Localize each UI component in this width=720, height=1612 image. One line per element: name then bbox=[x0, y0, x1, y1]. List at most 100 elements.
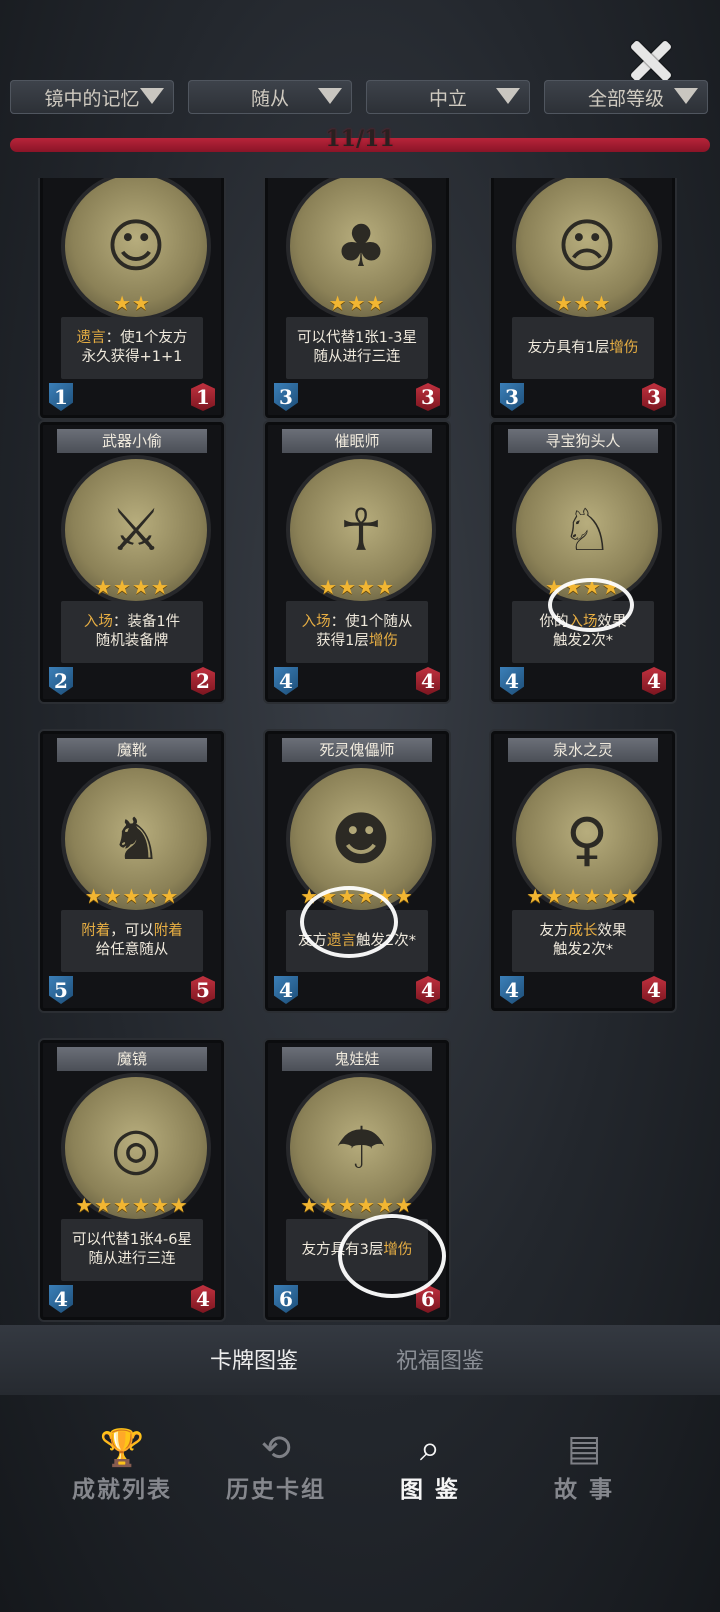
keyword: 增伤 bbox=[383, 1241, 413, 1258]
health-stat: 2 bbox=[191, 667, 215, 695]
card-grid[interactable]: ☺ ★★ 遗言：使1个友方 永久获得+1+1 1 1 ♣ ★★★ 可以代替1张1-3星 随从进行三… bbox=[0, 178, 720, 1338]
description-text: 可以代替1张1-3星 bbox=[297, 330, 417, 346]
card[interactable]: 泉水之灵 ♀ ★★★★★★ 友方成长效果 触发2次* 4 4 bbox=[491, 731, 675, 1011]
attack-stat: 4 bbox=[274, 976, 298, 1004]
description-line: 友方成长效果 bbox=[540, 922, 627, 941]
description-text: 触发2次* bbox=[356, 932, 416, 949]
description-text: 随从进行三连 bbox=[313, 349, 401, 365]
attack-stat: 1 bbox=[49, 383, 73, 411]
nav-achievements[interactable]: 🏆 成就列表 bbox=[52, 1428, 192, 1504]
health-stat: 4 bbox=[416, 667, 440, 695]
card-description: 友方遗言触发2次* bbox=[286, 910, 428, 972]
health-stat: 1 bbox=[191, 383, 215, 411]
description-text: ：使1个随从 bbox=[330, 614, 413, 630]
card-description: 你的入场效果触发2次* bbox=[512, 601, 654, 663]
description-text: ：装备1件 bbox=[112, 614, 181, 630]
filter-type-label: 随从 bbox=[250, 87, 289, 110]
keyword: 附着 bbox=[153, 923, 183, 939]
keyword: 遗言 bbox=[76, 330, 106, 346]
card-name: 魔靴 bbox=[57, 738, 207, 762]
description-text: ，可以 bbox=[110, 923, 154, 939]
description-line: 触发2次* bbox=[553, 632, 613, 651]
star-rating: ★★★ bbox=[554, 291, 612, 315]
health-stat: 4 bbox=[642, 667, 666, 695]
card[interactable]: 魔靴 ♞ ★★★★★ 附着，可以附着 给任意随从 5 5 bbox=[40, 731, 224, 1011]
card[interactable]: 催眠师 ☥ ★★★★ 入场：使1个随从 获得1层增伤 4 4 bbox=[265, 422, 449, 702]
filter-faction-label: 中立 bbox=[428, 87, 467, 110]
attack-stat: 4 bbox=[49, 1285, 73, 1313]
nav-story[interactable]: ▤ 故 事 bbox=[514, 1428, 654, 1504]
magnifier-icon: ⌕ bbox=[419, 1428, 441, 1469]
description-text: 效果 bbox=[597, 923, 627, 939]
card-name: 鬼娃娃 bbox=[282, 1047, 432, 1071]
card-name: 催眠师 bbox=[282, 429, 432, 453]
card[interactable]: 寻宝狗头人 ♘ ★★★★ 你的入场效果 触发2次* 4 4 bbox=[491, 422, 675, 702]
attack-stat: 5 bbox=[49, 976, 73, 1004]
filter-faction[interactable]: 中立 bbox=[366, 80, 530, 114]
keyword: 遗言 bbox=[327, 932, 356, 949]
attack-stat: 6 bbox=[274, 1285, 298, 1313]
filter-set-label: 镜中的记忆 bbox=[44, 87, 140, 110]
history-icon: ⟲ bbox=[260, 1428, 292, 1469]
description-text: 效果 bbox=[597, 614, 627, 630]
filter-type[interactable]: 随从 bbox=[188, 80, 352, 114]
funnel-icon bbox=[496, 88, 520, 104]
trophy-icon: 🏆 bbox=[99, 1428, 145, 1469]
description-line: 触发2次* bbox=[553, 941, 613, 960]
description-text: 触发2次* bbox=[553, 942, 613, 958]
nav-collection[interactable]: ⌕ 图 鉴 bbox=[360, 1428, 500, 1504]
description-text: 随从进行三连 bbox=[88, 1251, 176, 1267]
keyword: 增伤 bbox=[368, 633, 398, 649]
card-description: 友方成长效果 触发2次* bbox=[512, 910, 654, 972]
description-line: 随机装备牌 bbox=[96, 632, 169, 651]
description-text: 友方 bbox=[298, 932, 327, 949]
health-stat: 6 bbox=[416, 1285, 440, 1313]
filter-set[interactable]: 镜中的记忆 bbox=[10, 80, 174, 114]
description-line: 随从进行三连 bbox=[89, 1250, 176, 1269]
attack-stat: 4 bbox=[500, 976, 524, 1004]
description-text: 你的 bbox=[539, 614, 569, 630]
card[interactable]: ☹ ★★★ 友方具有1层增伤 3 3 bbox=[491, 178, 675, 418]
health-stat: 3 bbox=[642, 383, 666, 411]
card[interactable]: 武器小偷 ⚔ ★★★★ 入场：装备1件 随机装备牌 2 2 bbox=[40, 422, 224, 702]
card[interactable]: 死灵傀儡师 ☻ ★★★★★★ 友方遗言触发2次* 4 4 bbox=[265, 731, 449, 1011]
description-text: 触发2次* bbox=[553, 633, 613, 649]
card-name: 死灵傀儡师 bbox=[282, 738, 432, 762]
health-stat: 4 bbox=[416, 976, 440, 1004]
description-line: 友方具有1层增伤 bbox=[528, 339, 639, 358]
filter-level[interactable]: 全部等级 bbox=[544, 80, 708, 114]
tab-blessing-collection[interactable]: 祝福图鉴 bbox=[396, 1343, 484, 1375]
health-stat: 5 bbox=[191, 976, 215, 1004]
description-line: 可以代替1张4-6星 bbox=[72, 1231, 192, 1250]
card[interactable]: ☺ ★★ 遗言：使1个友方 永久获得+1+1 1 1 bbox=[40, 178, 224, 418]
attack-stat: 4 bbox=[274, 667, 298, 695]
card-name: 寻宝狗头人 bbox=[508, 429, 658, 453]
card-description: 入场：装备1件 随机装备牌 bbox=[61, 601, 203, 663]
health-stat: 3 bbox=[416, 383, 440, 411]
description-line: 友方具有3层增伤 bbox=[302, 1241, 413, 1260]
description-line: 获得1层增伤 bbox=[316, 632, 398, 651]
filter-bar: 镜中的记忆 随从 中立 全部等级 bbox=[10, 80, 710, 114]
description-text: 友方具有3层 bbox=[301, 1241, 384, 1258]
description-line: 友方遗言触发2次* bbox=[298, 932, 416, 951]
card-description: 友方具有3层增伤 bbox=[286, 1219, 428, 1281]
card[interactable]: 鬼娃娃 ☂ ★★★★★★ 友方具有3层增伤 6 6 bbox=[265, 1040, 449, 1320]
card-description: 可以代替1张4-6星 随从进行三连 bbox=[61, 1219, 203, 1281]
card[interactable]: 魔镜 ◎ ★★★★★★ 可以代替1张4-6星 随从进行三连 4 4 bbox=[40, 1040, 224, 1320]
description-text: 友方具有1层 bbox=[527, 339, 610, 356]
star-rating: ★★★★ bbox=[545, 575, 621, 599]
card-description: 入场：使1个随从 获得1层增伤 bbox=[286, 601, 428, 663]
star-rating: ★★★★ bbox=[94, 575, 170, 599]
description-text: 随机装备牌 bbox=[95, 633, 169, 649]
attack-stat: 3 bbox=[274, 383, 298, 411]
description-line: 随从进行三连 bbox=[314, 348, 401, 367]
description-line: 可以代替1张1-3星 bbox=[297, 329, 417, 348]
nav-history-decks[interactable]: ⟲ 历史卡组 bbox=[206, 1428, 346, 1504]
tab-card-collection[interactable]: 卡牌图鉴 bbox=[210, 1343, 298, 1375]
close-icon[interactable] bbox=[628, 38, 674, 84]
card[interactable]: ♣ ★★★ 可以代替1张1-3星 随从进行三连 3 3 bbox=[265, 178, 449, 418]
star-rating: ★★★★★★ bbox=[526, 884, 640, 908]
keyword: 入场 bbox=[568, 614, 598, 630]
health-stat: 4 bbox=[642, 976, 666, 1004]
description-text: 给任意随从 bbox=[95, 942, 169, 958]
